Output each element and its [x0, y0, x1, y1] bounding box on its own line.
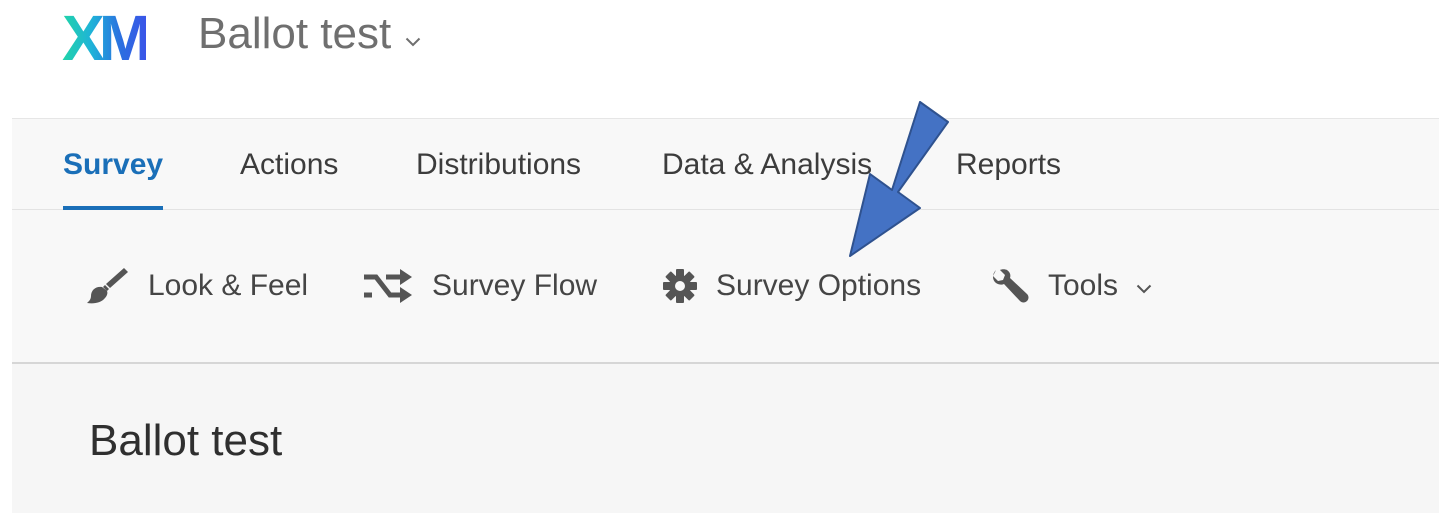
qualtrics-survey-editor: XM Ballot test Survey Actions Distributi… — [0, 0, 1439, 513]
look-and-feel-label: Look & Feel — [148, 269, 309, 302]
survey-flow-button[interactable]: Survey Flow — [362, 264, 597, 308]
tab-actions[interactable]: Actions — [240, 119, 338, 210]
annotation-arrow-icon — [849, 101, 949, 257]
app-header: XM Ballot test — [0, 0, 1439, 118]
survey-title[interactable]: Ballot test — [89, 416, 282, 466]
survey-toolbar: Look & Feel Survey Flow Survey Options T… — [12, 210, 1439, 364]
chevron-down-icon — [1136, 284, 1152, 294]
tab-distributions[interactable]: Distributions — [416, 119, 581, 210]
main-tabs: Survey Actions Distributions Data & Anal… — [12, 118, 1439, 211]
project-switcher[interactable]: Ballot test — [198, 6, 421, 62]
tools-label: Tools — [1048, 269, 1119, 302]
gear-icon — [663, 269, 697, 303]
tab-survey[interactable]: Survey — [63, 119, 164, 211]
look-and-feel-button[interactable]: Look & Feel — [86, 264, 308, 308]
shuffle-icon — [364, 269, 412, 303]
xm-logo[interactable]: XM — [62, 4, 152, 72]
paintbrush-icon — [87, 268, 128, 304]
survey-options-button[interactable]: Survey Options — [662, 264, 921, 308]
chevron-down-icon — [405, 34, 421, 47]
survey-options-label: Survey Options — [716, 269, 922, 302]
tab-reports[interactable]: Reports — [956, 119, 1061, 210]
wrench-icon — [993, 269, 1029, 303]
tools-menu-button[interactable]: Tools — [990, 264, 1152, 308]
survey-canvas: Ballot test — [12, 364, 1439, 513]
survey-flow-label: Survey Flow — [432, 269, 598, 302]
project-title: Ballot test — [198, 9, 392, 58]
